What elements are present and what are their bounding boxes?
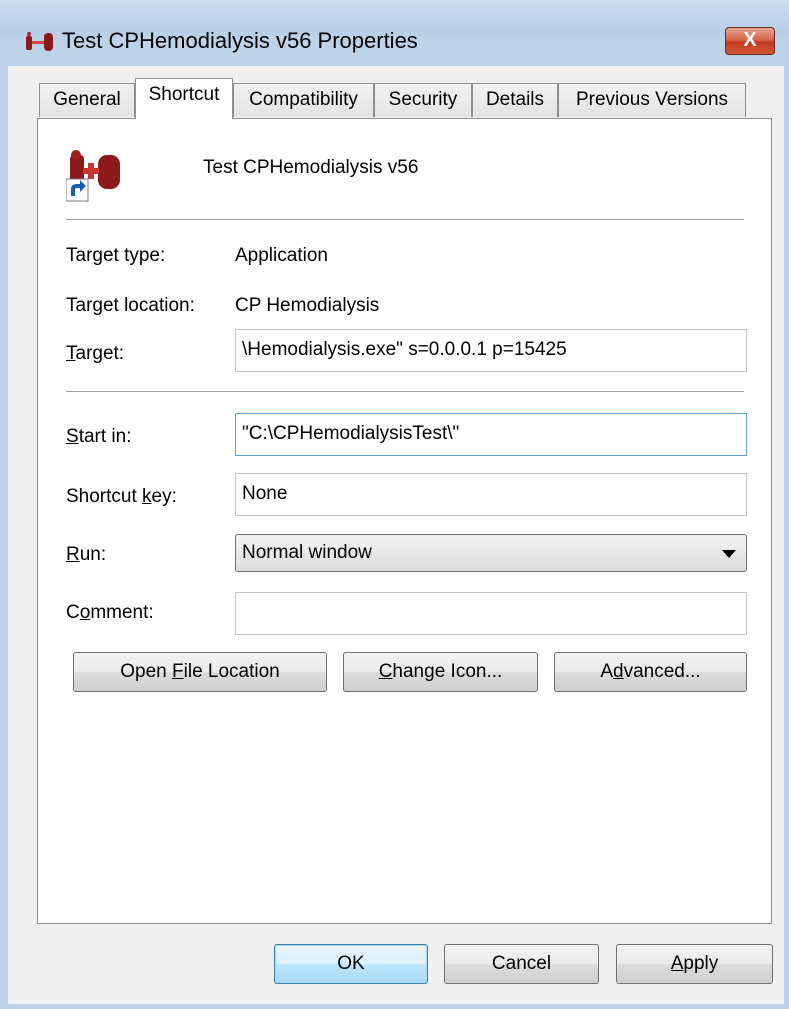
dialog-client: General Shortcut Compatibility Security … (8, 66, 784, 1004)
window-title: Test CPHemodialysis v56 Properties (62, 28, 418, 53)
tab-details[interactable]: Details (472, 83, 558, 117)
shortcut-key-label: Shortcut key: (66, 486, 177, 507)
ok-button[interactable]: OK (274, 944, 428, 984)
target-location-label: Target location: (66, 295, 195, 316)
start-in-field[interactable]: "C:\CPHemodialysisTest\" (235, 413, 747, 456)
target-location-value: CP Hemodialysis (235, 295, 380, 316)
title-bar[interactable]: Test CPHemodialysis v56 Properties X (0, 0, 789, 55)
comment-label: Comment: (66, 602, 154, 623)
target-label: Target: (66, 343, 125, 364)
close-button[interactable]: X (725, 27, 775, 55)
advanced-button[interactable]: Advanced... (554, 652, 747, 692)
shortcut-panel: Test CPHemodialysis v56 Target type: App… (37, 118, 772, 924)
start-in-label: Start in: (66, 426, 132, 447)
tab-general[interactable]: General (39, 83, 135, 117)
properties-dialog: Test CPHemodialysis v56 Properties X Gen… (0, 0, 789, 1009)
shortcut-arrow-icon (66, 178, 89, 202)
comment-field[interactable] (235, 592, 747, 635)
apply-button[interactable]: Apply (616, 944, 773, 984)
run-select[interactable]: Normal window (235, 534, 747, 572)
change-icon-button[interactable]: Change Icon... (343, 652, 538, 692)
tab-shortcut[interactable]: Shortcut (135, 78, 233, 119)
cancel-button[interactable]: Cancel (444, 944, 599, 984)
separator-top (66, 219, 744, 220)
run-selected-value: Normal window (242, 542, 372, 563)
shortcut-app-icon (66, 150, 120, 202)
tab-security[interactable]: Security (374, 83, 472, 117)
tab-compatibility[interactable]: Compatibility (233, 83, 374, 117)
shortcut-key-field[interactable]: None (235, 473, 747, 516)
target-type-label: Target type: (66, 245, 166, 266)
open-file-location-button[interactable]: Open File Location (73, 652, 327, 692)
target-type-value: Application (235, 245, 328, 266)
run-label: Run: (66, 544, 107, 565)
chevron-down-icon (722, 550, 736, 558)
separator-middle (66, 391, 744, 392)
tab-strip: General Shortcut Compatibility Security … (8, 66, 784, 119)
target-field[interactable]: \Hemodialysis.exe" s=0.0.0.1 p=15425 (235, 329, 747, 372)
tab-previous-versions[interactable]: Previous Versions (558, 83, 746, 117)
app-icon (26, 32, 53, 51)
shortcut-name: Test CPHemodialysis v56 (203, 157, 419, 178)
